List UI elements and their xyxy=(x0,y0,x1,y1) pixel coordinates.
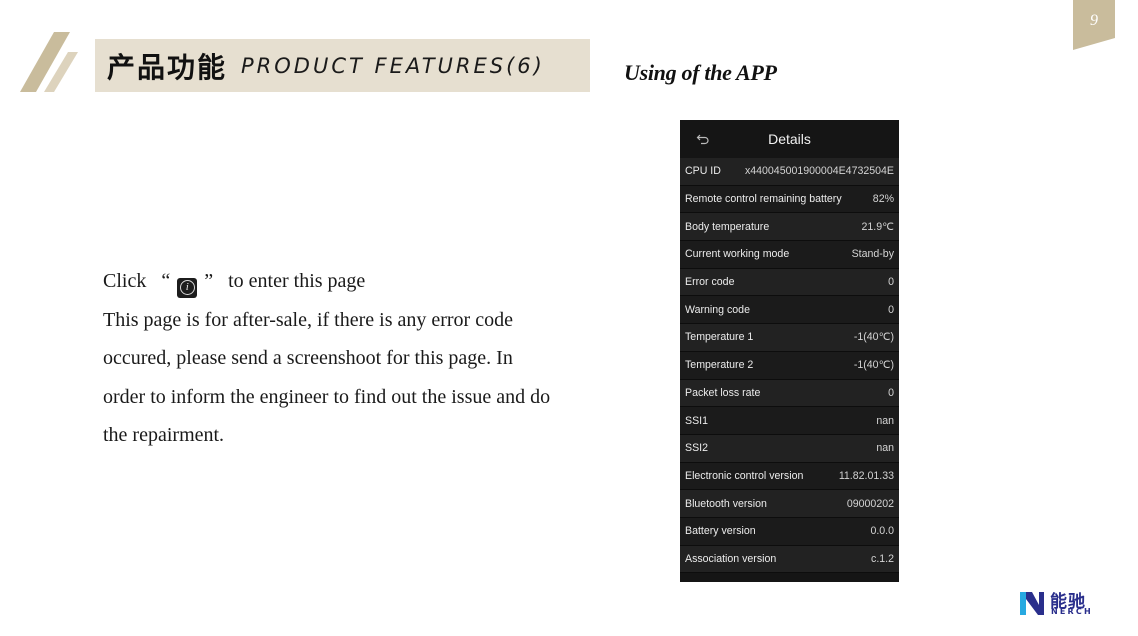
detail-label: SSI1 xyxy=(685,414,708,427)
app-details-screen: Details CPU ID x440045001900004E4732504E … xyxy=(680,120,899,582)
detail-label: Electronic control version xyxy=(685,469,804,482)
detail-value: 11.82.01.33 xyxy=(838,469,894,482)
detail-row-body-temperature: Body temperature 21.9℃ xyxy=(680,213,899,242)
logo-text-en: NERCH xyxy=(1051,607,1093,616)
detail-label: Remote control remaining battery xyxy=(685,193,842,206)
page-number: 9 xyxy=(1090,12,1098,29)
detail-label: Temperature 1 xyxy=(685,331,754,344)
detail-row-packet-loss: Packet loss rate 0 xyxy=(680,379,899,408)
detail-row-electronic-control-version: Electronic control version 11.82.01.33 xyxy=(680,462,899,491)
detail-row-warning-code: Warning code 0 xyxy=(680,296,899,325)
detail-label: Battery version xyxy=(685,525,756,538)
detail-row-working-mode: Current working mode Stand-by xyxy=(680,241,899,269)
detail-label: CPU ID xyxy=(685,165,721,178)
body-line: occured, please send a screenshoot for t… xyxy=(103,347,513,370)
app-heading: Using of the APP xyxy=(624,60,777,85)
detail-label: Packet loss rate xyxy=(685,386,761,399)
details-header: Details xyxy=(680,120,899,158)
detail-value: 0 xyxy=(888,386,894,399)
detail-row-temperature-1: Temperature 1 -1(40℃) xyxy=(680,324,899,352)
title-en: PRODUCT FEATURES(6) xyxy=(241,53,545,78)
detail-label: Bluetooth version xyxy=(685,497,767,510)
details-list: CPU ID x440045001900004E4732504E Remote c… xyxy=(680,158,899,574)
title-band: 产品功能 PRODUCT FEATURES(6) xyxy=(95,39,590,92)
body-line: order to inform the engineer to find out… xyxy=(103,385,551,408)
detail-label: Warning code xyxy=(685,303,750,316)
detail-value: nan xyxy=(876,442,894,455)
detail-value: 09000202 xyxy=(846,497,894,510)
detail-label: SSI2 xyxy=(685,442,708,455)
details-title: Details xyxy=(768,131,811,147)
detail-row-association-version: Association version c.1.2 xyxy=(680,545,899,574)
detail-row-battery-version: Battery version 0.0.0 xyxy=(680,517,899,546)
logo-mark-icon xyxy=(1020,592,1044,615)
detail-value: 82% xyxy=(872,193,894,206)
detail-row-error-code: Error code 0 xyxy=(680,268,899,297)
open-quote: “ xyxy=(161,270,171,292)
body-line: the repairment. xyxy=(103,424,225,447)
detail-label: Temperature 2 xyxy=(685,359,754,372)
nerch-logo: 能驰 NERCH xyxy=(1018,590,1104,618)
close-quote: ” xyxy=(204,270,214,292)
click-instruction: Click “ i ” to enter this page xyxy=(103,262,603,301)
detail-value: x440045001900004E4732504E xyxy=(744,165,894,178)
detail-value: 0.0.0 xyxy=(870,525,894,538)
title-cn: 产品功能 xyxy=(107,50,228,84)
detail-value: 21.9℃ xyxy=(861,220,894,233)
detail-value: -1(40℃) xyxy=(853,359,894,372)
detail-value: Stand-by xyxy=(851,248,894,261)
detail-label: Current working mode xyxy=(685,248,790,261)
detail-row-remote-battery: Remote control remaining battery 82% xyxy=(680,185,899,214)
detail-value: 0 xyxy=(888,276,894,289)
body-line: This page is for after-sale, if there is… xyxy=(103,308,513,331)
detail-row-temperature-2: Temperature 2 -1(40℃) xyxy=(680,351,899,380)
detail-row-ssi1: SSI1 nan xyxy=(680,407,899,435)
detail-label: Body temperature xyxy=(685,220,770,233)
detail-label: Error code xyxy=(685,276,735,289)
decorative-slashes xyxy=(20,32,78,92)
info-icon: i xyxy=(177,277,198,298)
detail-value: c.1.2 xyxy=(871,552,894,565)
detail-value: -1(40℃) xyxy=(853,331,894,344)
detail-label: Association version xyxy=(685,552,777,565)
detail-value: nan xyxy=(876,414,894,427)
instruction-text: Click “ i ” to enter this page This page… xyxy=(103,262,603,455)
detail-row-cpu-id: CPU ID x440045001900004E4732504E xyxy=(680,158,899,186)
click-suffix: to enter this page xyxy=(228,270,366,292)
detail-row-bluetooth-version: Bluetooth version 09000202 xyxy=(680,490,899,518)
back-arrow-icon[interactable] xyxy=(696,132,710,146)
detail-row-ssi2: SSI2 nan xyxy=(680,434,899,463)
detail-value: 0 xyxy=(888,303,894,316)
click-word: Click xyxy=(103,270,147,292)
